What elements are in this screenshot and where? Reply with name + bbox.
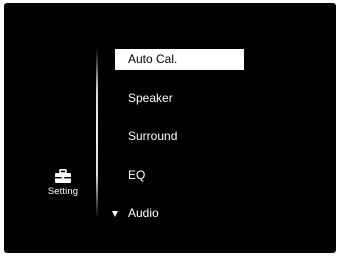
menu-item-eq[interactable]: EQ bbox=[115, 165, 244, 186]
av-receiver-osd-screen: Setting Auto Cal. Speaker Surround EQ Au… bbox=[4, 3, 336, 253]
menu-divider bbox=[96, 48, 98, 218]
menu-item-speaker[interactable]: Speaker bbox=[115, 88, 244, 109]
setting-category: Setting bbox=[42, 169, 84, 197]
toolbox-icon bbox=[55, 169, 71, 183]
menu-item-audio[interactable]: Audio bbox=[115, 203, 244, 224]
setting-menu: Auto Cal. Speaker Surround EQ Audio bbox=[115, 49, 244, 242]
setting-label: Setting bbox=[47, 186, 79, 197]
menu-item-surround[interactable]: Surround bbox=[115, 126, 244, 147]
scroll-down-arrow-icon bbox=[112, 211, 118, 217]
menu-item-auto-cal[interactable]: Auto Cal. bbox=[115, 49, 244, 70]
